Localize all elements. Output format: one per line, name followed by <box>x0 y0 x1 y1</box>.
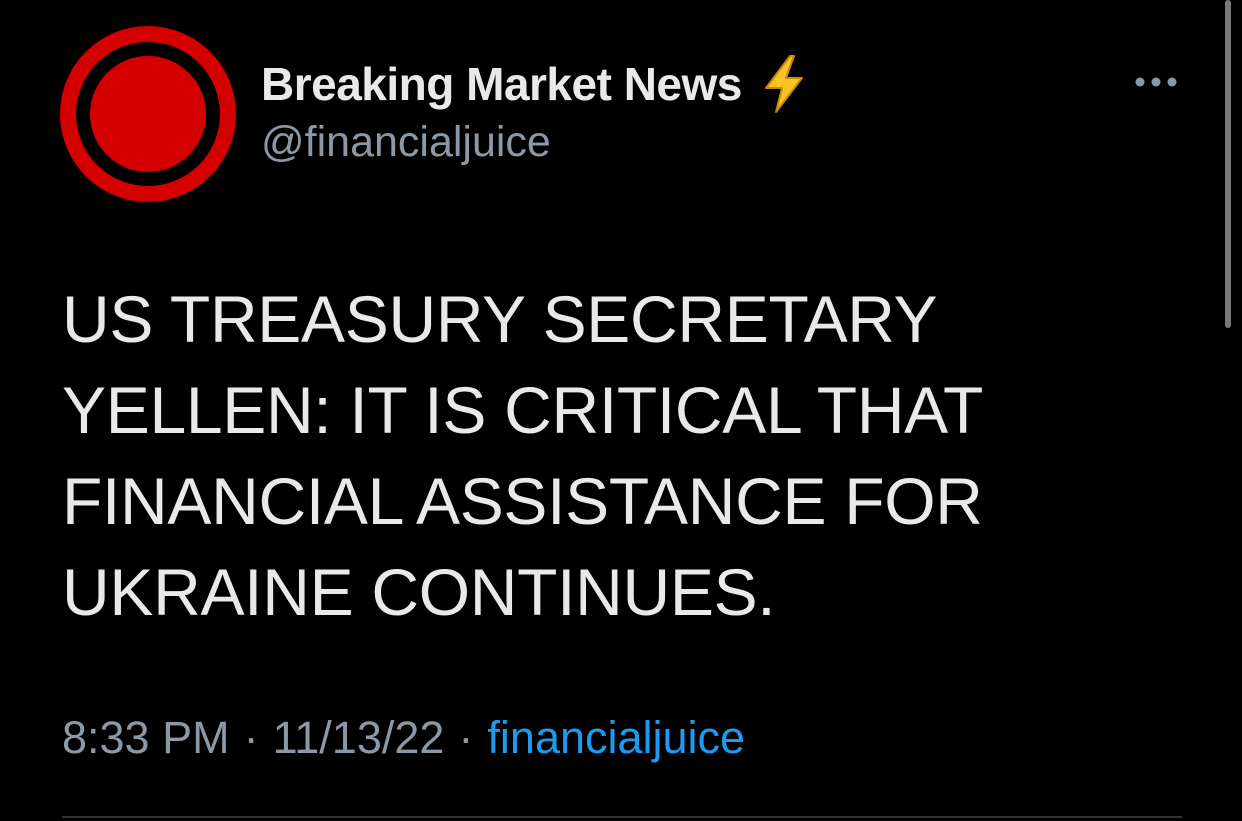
author-handle[interactable]: @financialjuice <box>261 118 808 167</box>
tweet-text: US TREASURY SECRETARY YELLEN: IT IS CRIT… <box>62 274 1112 638</box>
divider <box>62 816 1182 818</box>
tweet-date[interactable]: 11/13/22 <box>273 712 445 764</box>
separator-dot: · <box>243 712 259 763</box>
scrollbar[interactable] <box>1225 0 1231 328</box>
avatar[interactable] <box>60 26 236 202</box>
more-options-button[interactable] <box>1126 62 1186 102</box>
tweet-source-link[interactable]: financialjuice <box>487 712 745 764</box>
separator-dot: · <box>458 712 474 763</box>
tweet-header: Breaking Market News @financialjuice <box>261 54 808 167</box>
tweet-time[interactable]: 8:33 PM <box>62 712 230 764</box>
author-name-row[interactable]: Breaking Market News <box>261 54 808 114</box>
tweet-text-line: YELLEN: IT IS CRITICAL THAT <box>62 373 984 447</box>
ellipsis-icon <box>1135 77 1177 87</box>
tweet-text-line: US TREASURY SECRETARY <box>62 282 938 356</box>
lightning-bolt-icon <box>760 54 808 114</box>
red-ring-logo-icon <box>60 26 236 202</box>
author-display-name[interactable]: Breaking Market News <box>261 57 742 111</box>
tweet-text-line: FINANCIAL ASSISTANCE FOR <box>62 464 983 538</box>
tweet-metadata: 8:33 PM · 11/13/22 · financialjuice <box>62 712 745 764</box>
tweet-text-line: UKRAINE CONTINUES. <box>62 555 776 629</box>
tweet-card: Breaking Market News @financialjuice US … <box>0 0 1242 821</box>
